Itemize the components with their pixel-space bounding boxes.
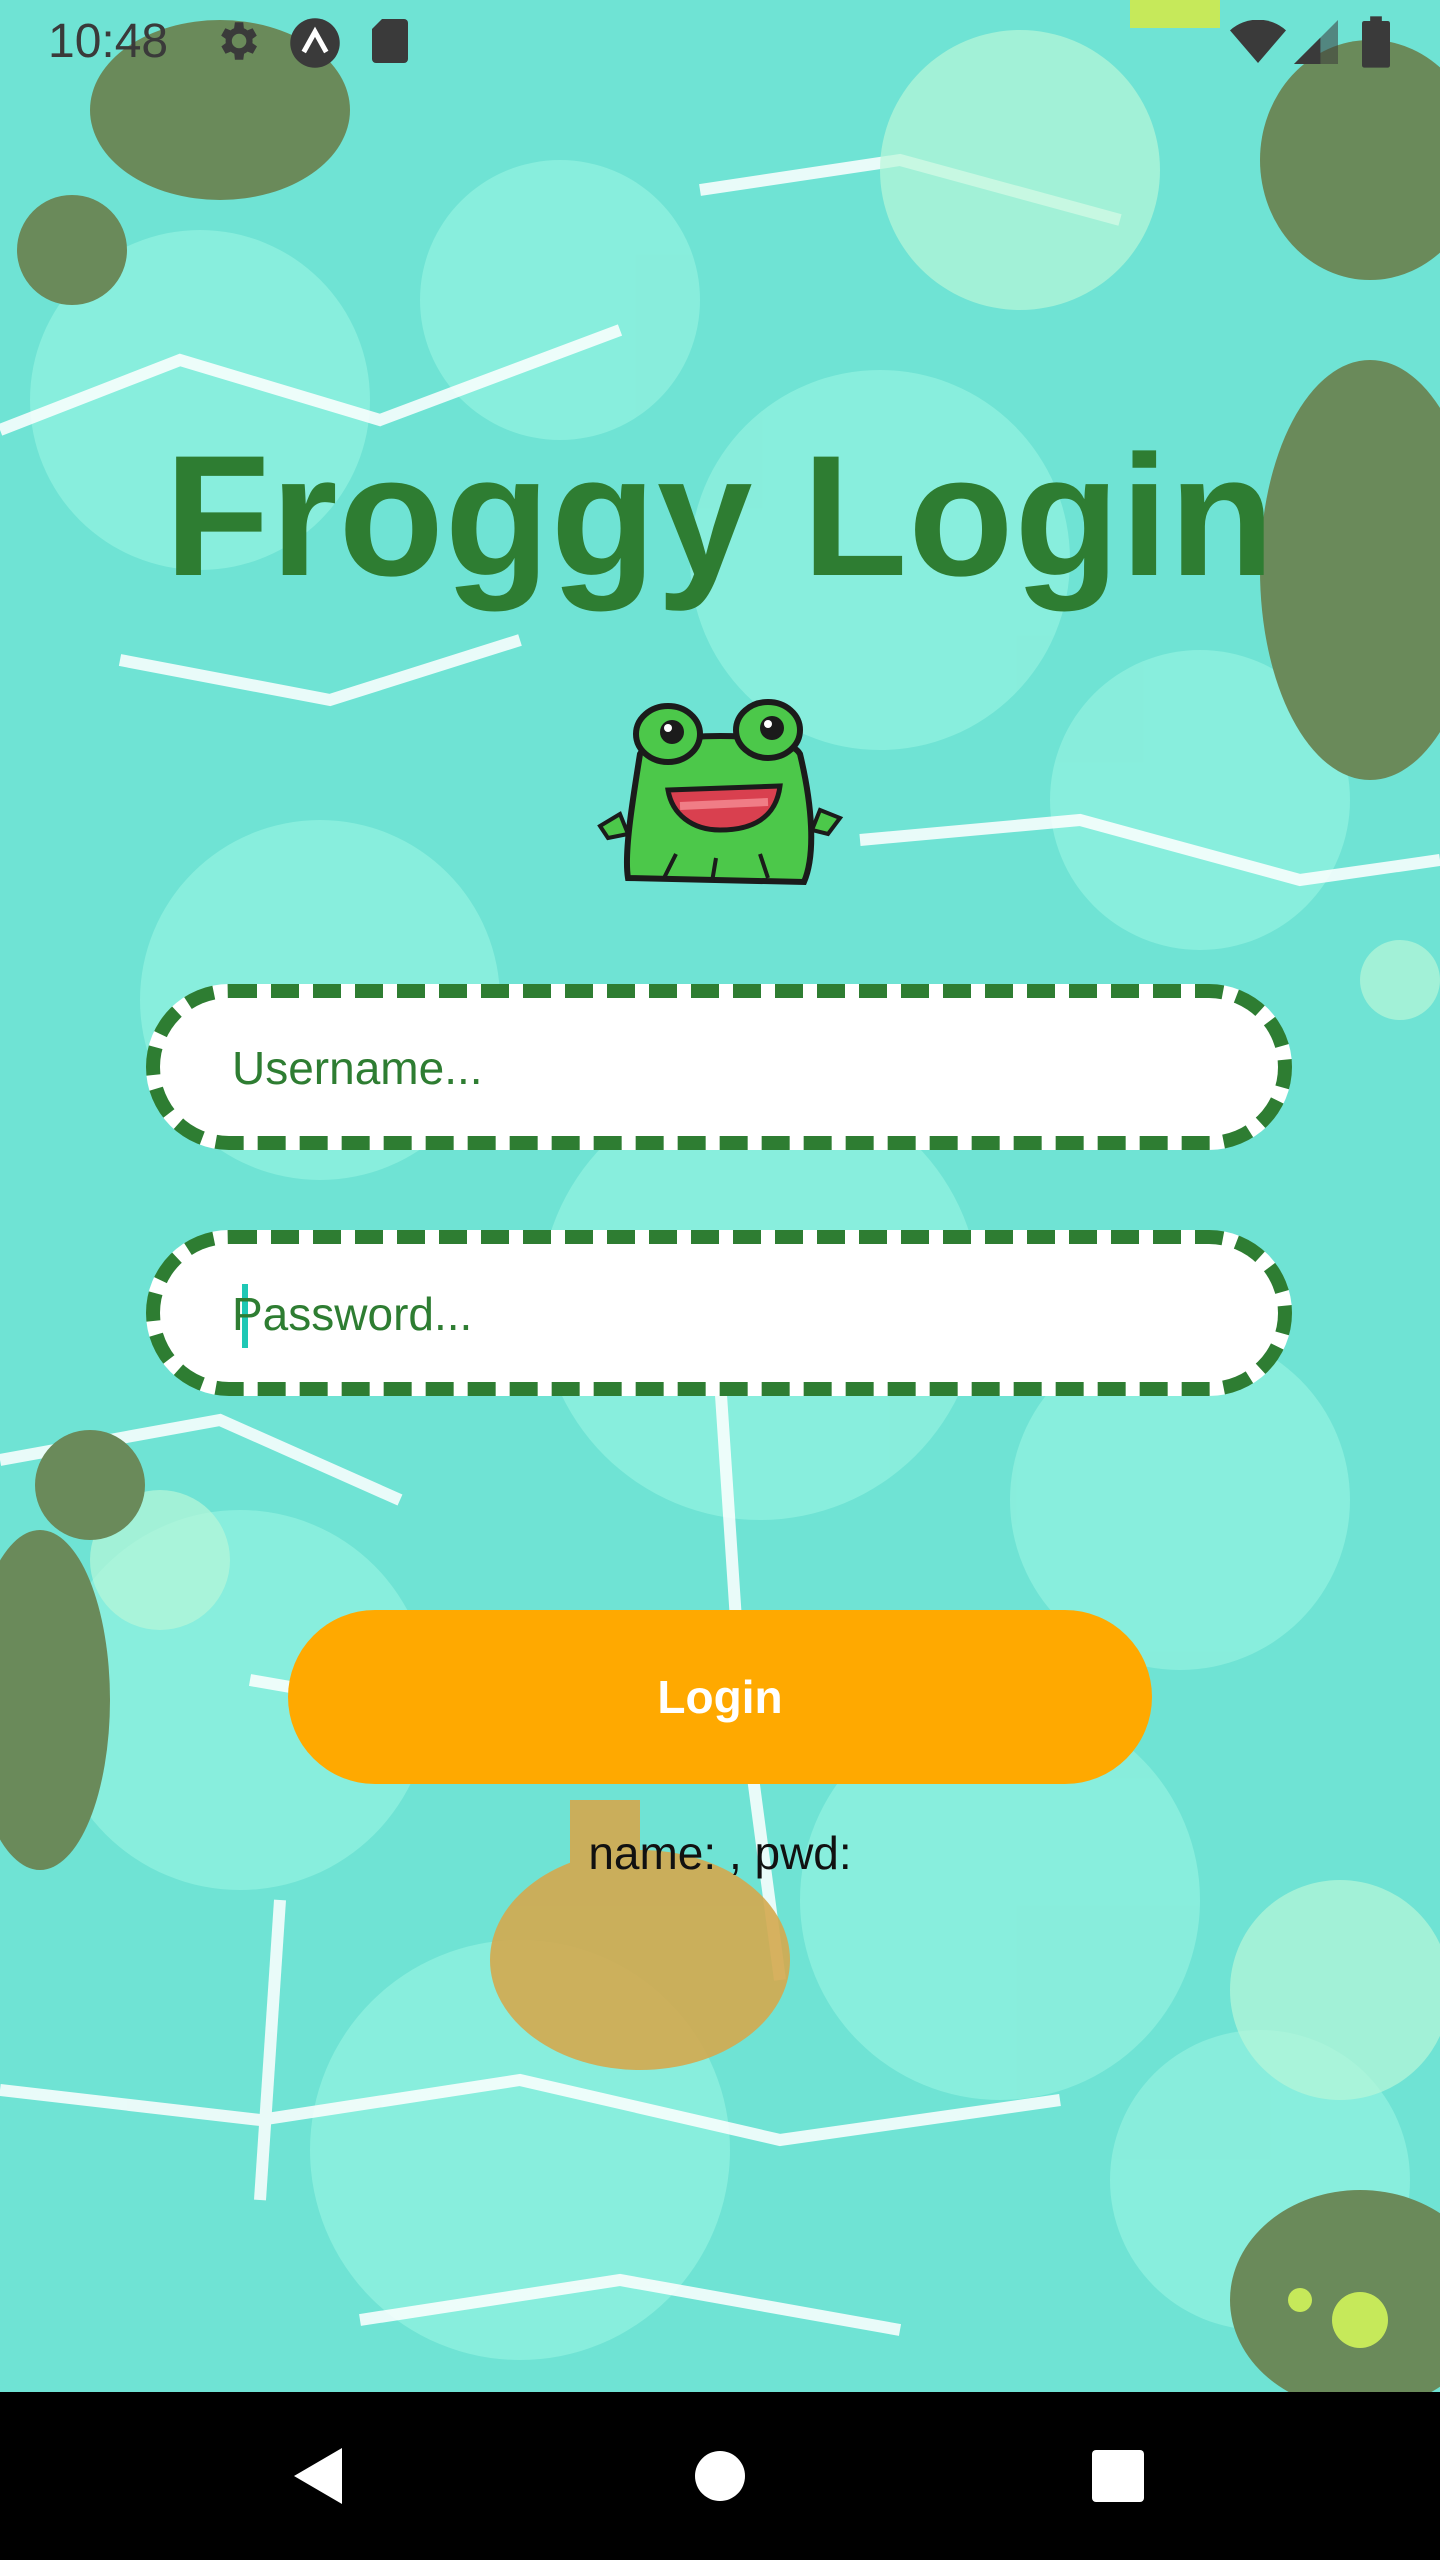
username-input[interactable]: [230, 998, 1214, 1138]
login-button[interactable]: Login: [288, 1610, 1152, 1784]
recents-icon: [1092, 2450, 1144, 2502]
password-field: [146, 1230, 1292, 1396]
pond-background: [0, 0, 1440, 2392]
signal-icon: [1294, 20, 1338, 64]
password-input[interactable]: [230, 1244, 1214, 1384]
frog-mascot-icon: [597, 699, 844, 886]
a-letter-icon: [290, 18, 340, 68]
username-field: [146, 984, 1292, 1150]
page-title: Froggy Login: [164, 420, 1276, 612]
nav-recents-button[interactable]: [1038, 2392, 1198, 2560]
wifi-icon: [1230, 20, 1286, 63]
status-bar: 10:48: [0, 0, 1440, 84]
battery-icon: [1362, 16, 1390, 68]
nav-home-button[interactable]: [640, 2392, 800, 2560]
sd-card-icon: [372, 19, 408, 63]
credentials-result-text: name: , pwd:: [588, 1827, 852, 1879]
home-icon: [695, 2451, 745, 2501]
status-time: 10:48: [48, 15, 169, 68]
login-screen: 10:48 Froggy Login Username... Login nam…: [0, 0, 1440, 2560]
gear-icon: [221, 22, 257, 60]
nav-back-button[interactable]: [240, 2392, 400, 2560]
back-icon: [294, 2448, 342, 2504]
navigation-bar: [0, 2392, 1440, 2560]
